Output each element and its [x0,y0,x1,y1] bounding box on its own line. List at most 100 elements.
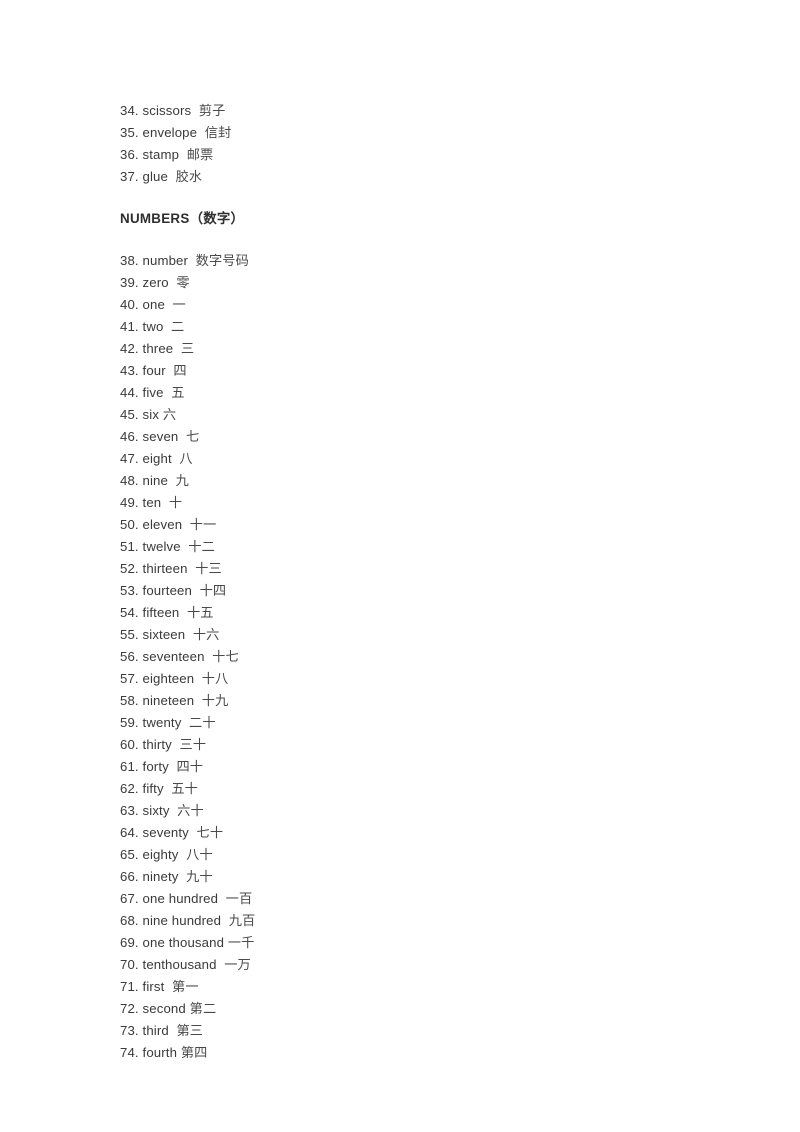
vocabulary-entry: 57. eighteen 十八 [120,668,680,690]
entry-number: 49. [120,495,139,510]
section-heading-translation: （数字） [189,212,245,227]
entry-term-english: seventy [142,825,189,840]
entry-number: 43. [120,363,139,378]
vocabulary-entry: 69. one thousand 一千 [120,932,680,954]
entry-gap [192,583,200,598]
entry-number: 55. [120,627,139,642]
entry-gap [194,693,202,708]
entry-term-english: seven [142,429,179,444]
entry-term-chinese: 七 [185,430,200,445]
vocabulary-entry: 61. forty 四十 [120,756,680,778]
vocabulary-entry: 34. scissors 剪子 [120,100,680,122]
entry-term-chinese: 二十 [189,716,216,731]
entry-term-chinese: 信封 [204,126,232,141]
entry-term-english: eleven [142,517,183,532]
vocabulary-entry: 38. number 数字号码 [120,250,680,272]
section-heading-label: NUMBERS [120,211,190,226]
vocabulary-entry: 48. nine 九 [120,470,680,492]
document-page: 34. scissors 剪子 35. envelope 信封 36. stamp … [0,0,800,1132]
vocabulary-entry: 58. nineteen 十九 [120,690,680,712]
vocabulary-entry: 71. first 第一 [120,976,680,998]
entry-term-english: one thousand [142,935,225,950]
entry-number: 52. [120,561,139,576]
entry-gap [163,319,171,334]
entry-number: 74. [120,1045,139,1060]
entry-number: 46. [120,429,139,444]
entry-number: 41. [120,319,139,334]
entry-number: 51. [120,539,139,554]
entry-number: 59. [120,715,139,730]
entry-term-english: envelope [142,125,198,140]
entry-term-chinese: 一百 [225,892,253,907]
entry-number: 50. [120,517,139,532]
entry-number: 70. [120,957,139,972]
vocabulary-entry: 64. seventy 七十 [120,822,680,844]
entry-term-chinese: 一万 [224,958,251,973]
entry-number: 38. [120,253,139,268]
vocabulary-entry: 59. twenty 二十 [120,712,680,734]
entry-term-english: forty [142,759,169,774]
entry-term-english: nine [142,473,168,488]
entry-term-chinese: 十一 [189,518,217,533]
entry-number: 65. [120,847,139,862]
entry-term-chinese: 一 [172,298,186,313]
entry-term-english: three [142,341,174,356]
entry-term-english: five [142,385,164,400]
vocabulary-entry: 74. fourth 第四 [120,1042,680,1064]
vocabulary-entry: 72. second 第二 [120,998,680,1020]
entry-term-english: thirteen [142,561,188,576]
entry-term-english: sixty [142,803,170,818]
entry-term-chinese: 第一 [172,980,199,995]
vocabulary-entry: 56. seventeen 十七 [120,646,680,668]
entry-gap [168,473,176,488]
entry-term-english: fifteen [142,605,180,620]
vocabulary-entry: 68. nine hundred 九百 [120,910,680,932]
entry-gap [173,341,181,356]
entry-term-chinese: 十三 [195,562,222,577]
entry-term-english: sixteen [142,627,186,642]
vocabulary-entry: 67. one hundred 一百 [120,888,680,910]
entry-number: 62. [120,781,139,796]
entry-term-chinese: 八十 [186,848,213,863]
entry-number: 44. [120,385,139,400]
entry-gap [185,627,193,642]
vocabulary-entry: 52. thirteen 十三 [120,558,680,580]
vocabulary-entry: 35. envelope 信封 [120,122,680,144]
entry-number: 36. [120,147,139,162]
entry-term-english: ninety [142,869,179,884]
entry-gap [188,253,196,268]
entry-term-chinese: 四十 [176,760,204,775]
entry-number: 68. [120,913,139,928]
entry-term-chinese: 第二 [189,1002,217,1017]
entry-term-english: eight [142,451,172,466]
entry-gap [194,671,202,686]
entry-gap [179,869,187,884]
entry-term-chinese: 十四 [199,584,227,599]
entry-number: 34. [120,103,139,118]
entry-number: 64. [120,825,139,840]
entry-gap [179,605,187,620]
entry-term-chinese: 二 [171,320,185,335]
entry-gap [182,517,190,532]
vocabulary-entry: 44. five 五 [120,382,680,404]
entry-term-chinese: 五 [171,386,185,401]
entry-gap [165,297,173,312]
vocabulary-entry: 46. seven 七 [120,426,680,448]
entry-term-chinese: 十九 [201,694,229,709]
entry-number: 67. [120,891,139,906]
vocabulary-entry: 40. one 一 [120,294,680,316]
vocabulary-entry: 39. zero 零 [120,272,680,294]
entry-number: 40. [120,297,139,312]
entry-term-chinese: 剪子 [198,104,226,119]
vocabulary-entry: 55. sixteen 十六 [120,624,680,646]
entry-term-chinese: 八 [179,452,193,467]
entry-number: 69. [120,935,139,950]
entry-number: 48. [120,473,139,488]
vocabulary-entry: 66. ninety 九十 [120,866,680,888]
vocabulary-entry: 49. ten 十 [120,492,680,514]
entry-term-english: first [142,979,165,994]
entry-term-english: twelve [142,539,181,554]
vocabulary-entry: 65. eighty 八十 [120,844,680,866]
entry-term-chinese: 九十 [186,870,213,885]
section-heading: NUMBERS（数字） [120,208,680,230]
